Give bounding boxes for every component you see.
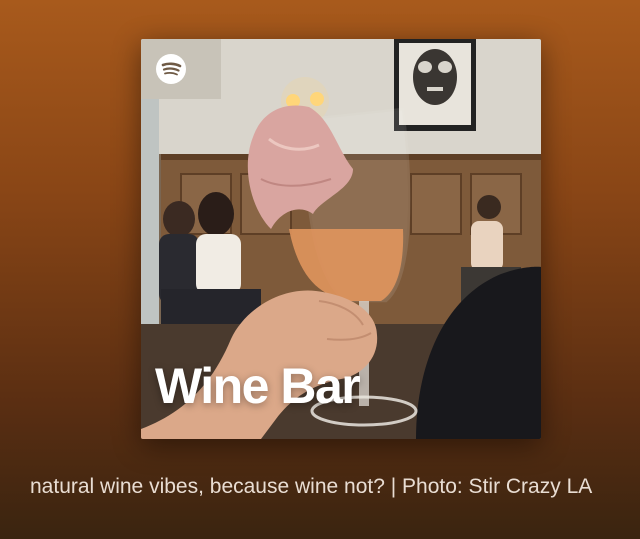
playlist-description: natural wine vibes, because wine not? | … [30, 475, 593, 498]
cover-title: Wine Bar [155, 358, 361, 414]
playlist-cover[interactable]: Wine Bar [141, 39, 541, 439]
spotify-icon [156, 54, 186, 84]
